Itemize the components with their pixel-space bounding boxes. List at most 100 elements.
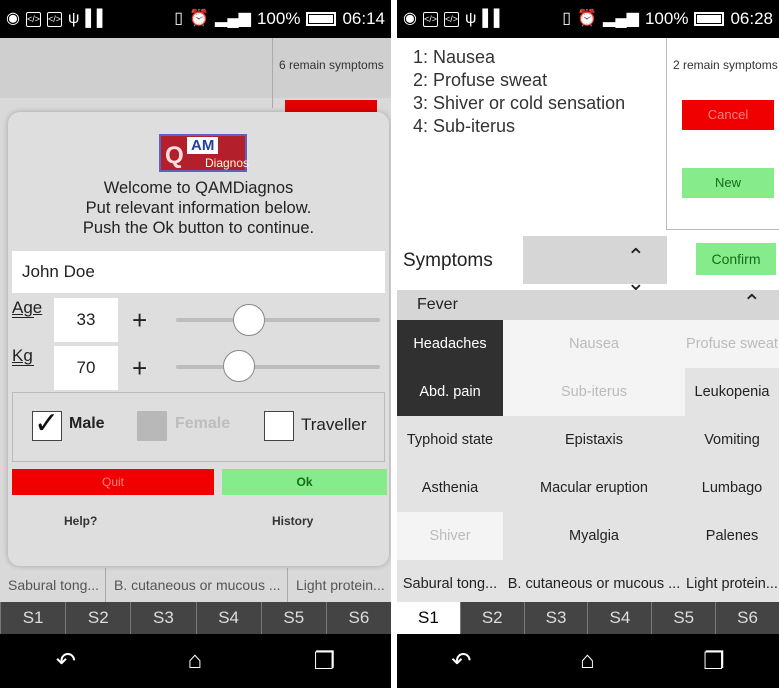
tab-s6[interactable]: S6	[715, 602, 779, 634]
battery-percent: 100%	[256, 9, 301, 28]
age-label-text: Age	[12, 298, 43, 318]
battery-icon	[306, 12, 337, 26]
new-button[interactable]: New	[682, 168, 774, 198]
welcome-line: Welcome to QAMDiagnos	[103, 179, 294, 197]
tab-bar: S1 S2 S3 S4 S5 S6	[0, 602, 391, 634]
remain-symptoms-label: 6 remain symptoms	[272, 38, 391, 108]
code-icon: </>	[422, 11, 438, 27]
options-row: Male Female Traveller	[12, 392, 385, 462]
symptom-cell[interactable]: Leukopenia	[685, 368, 779, 416]
strip-item: Light protein...	[296, 577, 385, 593]
right-screen: ◉ </> </> ψ ▌▌ ▯ ⏰ ▂▄▆ 100% 06:28 1: Nau…	[397, 0, 779, 688]
tab-s1[interactable]: S1	[0, 602, 66, 634]
vibrate-icon: ▯	[174, 10, 184, 27]
kg-slider[interactable]	[176, 365, 380, 369]
symptom-cell[interactable]: Lumbago	[685, 464, 779, 512]
symptom-cell[interactable]: Nausea	[503, 320, 685, 368]
cancel-button[interactable]: Cancel	[682, 100, 774, 130]
signal-icon: ▂▄▆	[215, 10, 251, 27]
symptom-cell[interactable]: Palenes	[685, 512, 779, 560]
confirm-button[interactable]: Confirm	[696, 243, 776, 275]
battery-icon	[694, 12, 725, 26]
age-slider-thumb[interactable]	[233, 304, 266, 336]
barcode-icon: ▌▌	[482, 10, 506, 27]
symptom-cell[interactable]: Light protein...	[685, 560, 779, 608]
age-slider[interactable]	[176, 318, 380, 322]
back-icon[interactable]: ↶	[56, 647, 76, 676]
quit-button[interactable]: Quit	[12, 469, 214, 495]
symptom-cell[interactable]: Sabural tong...	[397, 560, 503, 608]
symptom-cell[interactable]: Profuse sweat	[685, 320, 779, 368]
tab-s2[interactable]: S2	[459, 602, 524, 634]
age-field[interactable]: 33	[54, 298, 118, 342]
signal-icon: ▂▄▆	[603, 10, 639, 27]
recents-icon[interactable]: ❐	[703, 647, 725, 676]
kg-slider-thumb[interactable]	[223, 350, 256, 382]
whatsapp-icon: ◉	[403, 10, 417, 27]
welcome-text: Welcome to QAMDiagnos Put relevant infor…	[8, 178, 389, 238]
nav-bar: ↶ ⌂ ❐	[0, 634, 391, 688]
help-link[interactable]: Help?	[64, 514, 97, 528]
tab-s5[interactable]: S5	[260, 602, 326, 634]
symptom-cell[interactable]: Vomiting	[685, 416, 779, 464]
whatsapp-icon: ◉	[6, 10, 20, 27]
symptom-cell[interactable]: Myalgia	[503, 512, 685, 560]
recents-icon[interactable]: ❐	[314, 647, 336, 676]
symptom-cell[interactable]: Epistaxis	[503, 416, 685, 464]
history-link[interactable]: History	[272, 514, 313, 528]
symptom-grid: Headaches Nausea Profuse sweat Abd. pain…	[397, 320, 779, 608]
symptom-strip: Sabural tong... B. cutaneous or mucous .…	[0, 568, 391, 602]
kg-plus-button[interactable]: +	[132, 346, 147, 390]
traveller-checkbox[interactable]	[264, 411, 294, 441]
tab-s1[interactable]: S1	[397, 602, 460, 634]
tab-s6[interactable]: S6	[325, 602, 391, 634]
tab-s3[interactable]: S3	[130, 602, 196, 634]
back-icon[interactable]: ↶	[451, 647, 471, 676]
left-screen: ◉ </> </> ψ ▌▌ ▯ ⏰ ▂▄▆ 100% 06:14 6 rema…	[0, 0, 391, 688]
ok-button[interactable]: Ok	[222, 469, 387, 495]
selected-symptoms-list: 1: Nausea 2: Profuse sweat 3: Shiver or …	[413, 46, 625, 138]
female-label: Female	[175, 415, 231, 432]
usb-icon: ψ	[464, 10, 477, 27]
welcome-line: Put relevant information below.	[85, 199, 312, 217]
symptom-cell[interactable]: Typhoid state	[397, 416, 503, 464]
remain-symptoms-label: 2 remain symptoms	[673, 58, 778, 72]
symptom-cell[interactable]: Asthenia	[397, 464, 503, 512]
strip-item: B. cutaneous or mucous ...	[106, 568, 288, 602]
status-bar: ◉ </> </> ψ ▌▌ ▯ ⏰ ▂▄▆ 100% 06:28	[397, 0, 779, 38]
symptom-cell[interactable]: Sub-iterus	[503, 368, 685, 416]
tab-s2[interactable]: S2	[65, 602, 131, 634]
tab-s5[interactable]: S5	[651, 602, 716, 634]
barcode-icon: ▌▌	[85, 10, 109, 27]
symptom-spinner[interactable]: ⌃ ⌄	[523, 236, 667, 295]
symptom-cell[interactable]: Shiver	[397, 512, 503, 560]
home-icon[interactable]: ⌂	[580, 647, 595, 675]
tab-s4[interactable]: S4	[195, 602, 261, 634]
age-plus-button[interactable]: +	[132, 298, 147, 342]
tab-s3[interactable]: S3	[523, 602, 588, 634]
category-selector[interactable]: Fever ⌃⌄	[397, 290, 779, 341]
tab-s4[interactable]: S4	[587, 602, 652, 634]
clock: 06:28	[730, 9, 773, 28]
spinner-arrows-icon: ⌃ ⌄	[626, 244, 645, 295]
tab-bar: S1 S2 S3 S4 S5 S6	[397, 602, 779, 634]
age-label: Age	[12, 298, 43, 318]
list-item: 4: Sub-iterus	[413, 116, 516, 136]
action-panel: 2 remain symptoms Cancel New	[666, 38, 779, 230]
symptom-cell[interactable]: B. cutaneous or mucous ...	[503, 560, 685, 608]
usb-icon: ψ	[67, 10, 80, 27]
logo-q: Q	[165, 142, 184, 169]
home-icon[interactable]: ⌂	[188, 647, 203, 675]
kg-label: Kg	[12, 346, 34, 366]
name-input[interactable]: John Doe	[12, 251, 385, 293]
kg-field[interactable]: 70	[54, 346, 118, 390]
clock: 06:14	[342, 9, 385, 28]
male-checkbox[interactable]	[32, 406, 62, 441]
symptom-cell[interactable]: Macular eruption	[503, 464, 685, 512]
symptom-cell[interactable]: Headaches	[397, 320, 503, 368]
list-item: 1: Nausea	[413, 47, 496, 67]
kg-label-text: Kg	[12, 346, 34, 366]
list-item: 3: Shiver or cold sensation	[413, 93, 626, 113]
symptom-cell[interactable]: Abd. pain	[397, 368, 503, 416]
list-item: 2: Profuse sweat	[413, 70, 548, 90]
